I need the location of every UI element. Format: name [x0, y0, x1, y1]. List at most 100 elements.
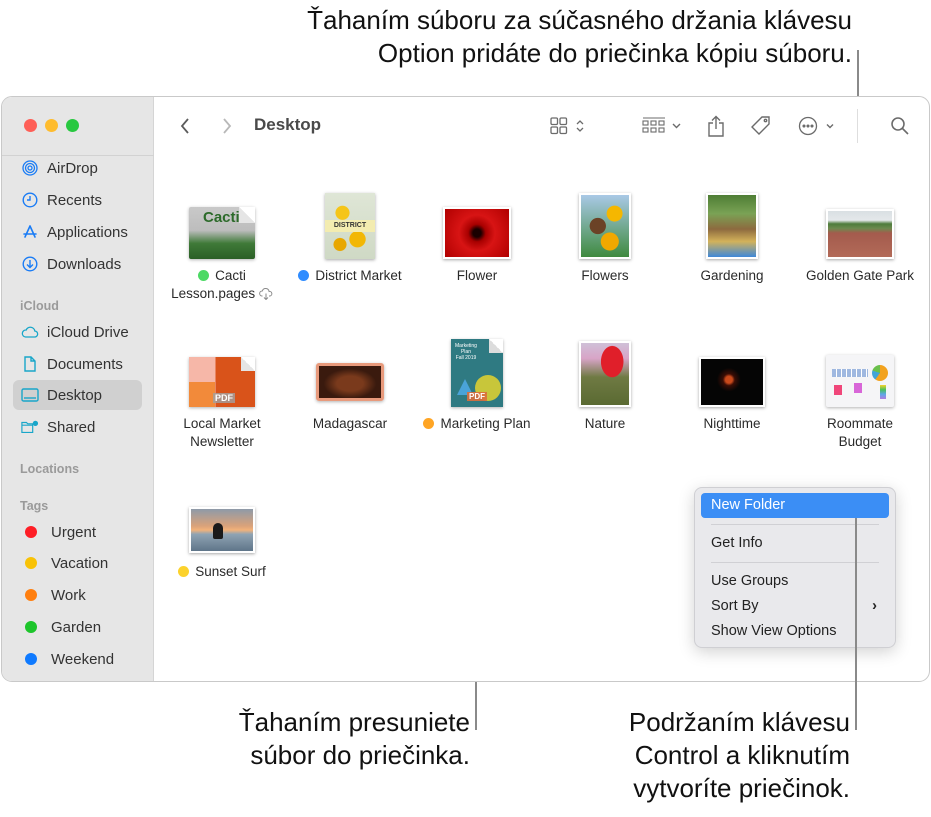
sidebar-label: iCloud Drive	[47, 323, 129, 341]
more-actions-button[interactable]	[798, 113, 840, 139]
menu-item-get-info[interactable]: Get Info	[701, 531, 889, 556]
sidebar-item-desktop[interactable]: Desktop	[13, 380, 142, 410]
file-item[interactable]: Nature	[541, 329, 669, 433]
file-item[interactable]: Madagascar	[286, 329, 414, 433]
file-thumbnail	[579, 341, 631, 407]
file-name: Flowers	[541, 267, 669, 285]
file-thumbnail: DISTRICT	[325, 193, 375, 259]
thumbnail-wrap	[541, 181, 669, 259]
download-icon	[21, 255, 39, 273]
section-header-icloud: iCloud	[20, 299, 59, 313]
sidebar-tag-work[interactable]: Work	[13, 580, 142, 610]
view-mode-button[interactable]	[550, 113, 590, 139]
file-item[interactable]: Marketing Plan Fall 2019 PDF Marketing Pla…	[413, 329, 541, 433]
finder-window: AirDrop Recents Applications Downloads i…	[1, 96, 930, 682]
tag-icon	[751, 116, 770, 135]
file-item[interactable]: Flowers	[541, 181, 669, 285]
tag-color-dot	[25, 526, 37, 538]
thumbnail-wrap	[541, 329, 669, 407]
airdrop-icon	[21, 159, 39, 177]
file-item[interactable]: Sunset Surf	[158, 477, 286, 581]
sidebar-item-shared[interactable]: Shared	[13, 412, 142, 442]
file-item[interactable]: PDF Local Market Newsletter	[158, 329, 286, 451]
group-button[interactable]	[642, 113, 686, 139]
icon-view-icon	[550, 117, 584, 135]
share-button[interactable]	[705, 113, 727, 139]
tag-color-dot	[25, 621, 37, 633]
menu-item-show-view-options[interactable]: Show View Options	[701, 619, 889, 644]
applications-icon	[21, 223, 39, 241]
file-name-line: Sunset Surf	[195, 564, 266, 579]
sidebar-label: Vacation	[51, 554, 109, 572]
file-item[interactable]: DISTRICT District Market	[286, 181, 414, 285]
sidebar-label: Weekend	[51, 650, 115, 668]
sidebar-item-icloud-drive[interactable]: iCloud Drive	[13, 317, 142, 347]
file-thumbnail: Marketing Plan Fall 2019 PDF	[451, 339, 503, 407]
more-icon	[798, 116, 834, 136]
window-controls	[24, 119, 79, 132]
sidebar-item-documents[interactable]: Documents	[13, 349, 142, 379]
file-name: Roommate Budget	[796, 415, 924, 451]
file-item[interactable]: Cacti Cacti Lesson.pages	[158, 181, 286, 305]
file-name-line: Local Market	[183, 416, 261, 431]
zoom-button[interactable]	[66, 119, 79, 132]
tag-button[interactable]	[749, 113, 773, 139]
sidebar-item-applications[interactable]: Applications	[13, 217, 142, 247]
file-thumbnail: PDF	[189, 357, 255, 407]
file-item[interactable]: Golden Gate Park	[796, 181, 924, 285]
file-name-line: Golden Gate Park	[805, 268, 915, 283]
callout-line: Control a kliknutím	[634, 740, 850, 770]
callout-line: Ťahaním presuniete	[238, 707, 470, 737]
menu-item-use-groups[interactable]: Use Groups	[701, 569, 889, 594]
menu-item-label: New Folder	[711, 497, 786, 513]
icloud-download-icon[interactable]	[259, 287, 273, 305]
sidebar-item-airdrop[interactable]: AirDrop	[13, 153, 142, 183]
callout-new-folder: Podržaním klávesu Control a kliknutím vy…	[560, 706, 850, 805]
sidebar-label: Garden	[51, 618, 102, 636]
callout-copy-file: Ťahaním súboru za súčasného držania kláv…	[200, 4, 852, 70]
cloud-icon	[21, 323, 39, 341]
file-name-line: Flower	[456, 268, 498, 283]
tag-color-dot	[25, 653, 37, 665]
sidebar-tag-weekend[interactable]: Weekend	[13, 644, 142, 674]
file-thumbnail	[699, 357, 765, 407]
forward-button[interactable]	[217, 113, 237, 139]
file-item[interactable]: Flower	[413, 181, 541, 285]
file-thumbnail	[316, 363, 384, 401]
close-button[interactable]	[24, 119, 37, 132]
thumbnail-wrap	[286, 329, 414, 407]
sidebar-item-downloads[interactable]: Downloads	[13, 249, 142, 279]
clock-icon	[21, 191, 39, 209]
file-name: District Market	[286, 267, 414, 285]
back-button[interactable]	[175, 113, 195, 139]
file-item[interactable]: Nighttime	[668, 329, 796, 433]
file-item[interactable]: Roommate Budget	[796, 329, 924, 451]
search-icon	[891, 117, 909, 135]
file-item[interactable]: Gardening	[668, 181, 796, 285]
thumbnail-wrap: DISTRICT	[286, 181, 414, 259]
toolbar-separator	[857, 109, 858, 143]
sidebar-tag-garden[interactable]: Garden	[13, 612, 142, 642]
sidebar-tag-urgent[interactable]: Urgent	[13, 517, 142, 547]
leader-line-bottom-right	[855, 518, 857, 730]
sidebar-label: Shared	[47, 418, 96, 436]
sidebar-tag-vacation[interactable]: Vacation	[13, 548, 142, 578]
sidebar-item-recents[interactable]: Recents	[13, 185, 142, 215]
shared-folder-icon	[21, 418, 39, 436]
tag-dot	[178, 566, 190, 577]
menu-separator	[711, 562, 879, 563]
thumbnail-wrap	[796, 181, 924, 259]
sidebar-label: Urgent	[51, 523, 97, 541]
search-button[interactable]	[888, 113, 912, 139]
section-header-tags: Tags	[20, 499, 49, 513]
menu-item-label: Use Groups	[711, 573, 789, 589]
back-icon	[180, 118, 189, 134]
file-thumbnail: Cacti	[189, 207, 255, 259]
menu-item-new-folder[interactable]: New Folder	[701, 493, 889, 518]
tag-dot	[298, 270, 310, 281]
minimize-button[interactable]	[45, 119, 58, 132]
submenu-chevron-icon: ›	[872, 598, 877, 614]
file-thumbnail	[443, 207, 511, 259]
file-thumbnail	[826, 355, 894, 407]
menu-item-sort-by[interactable]: Sort By ›	[701, 594, 889, 619]
